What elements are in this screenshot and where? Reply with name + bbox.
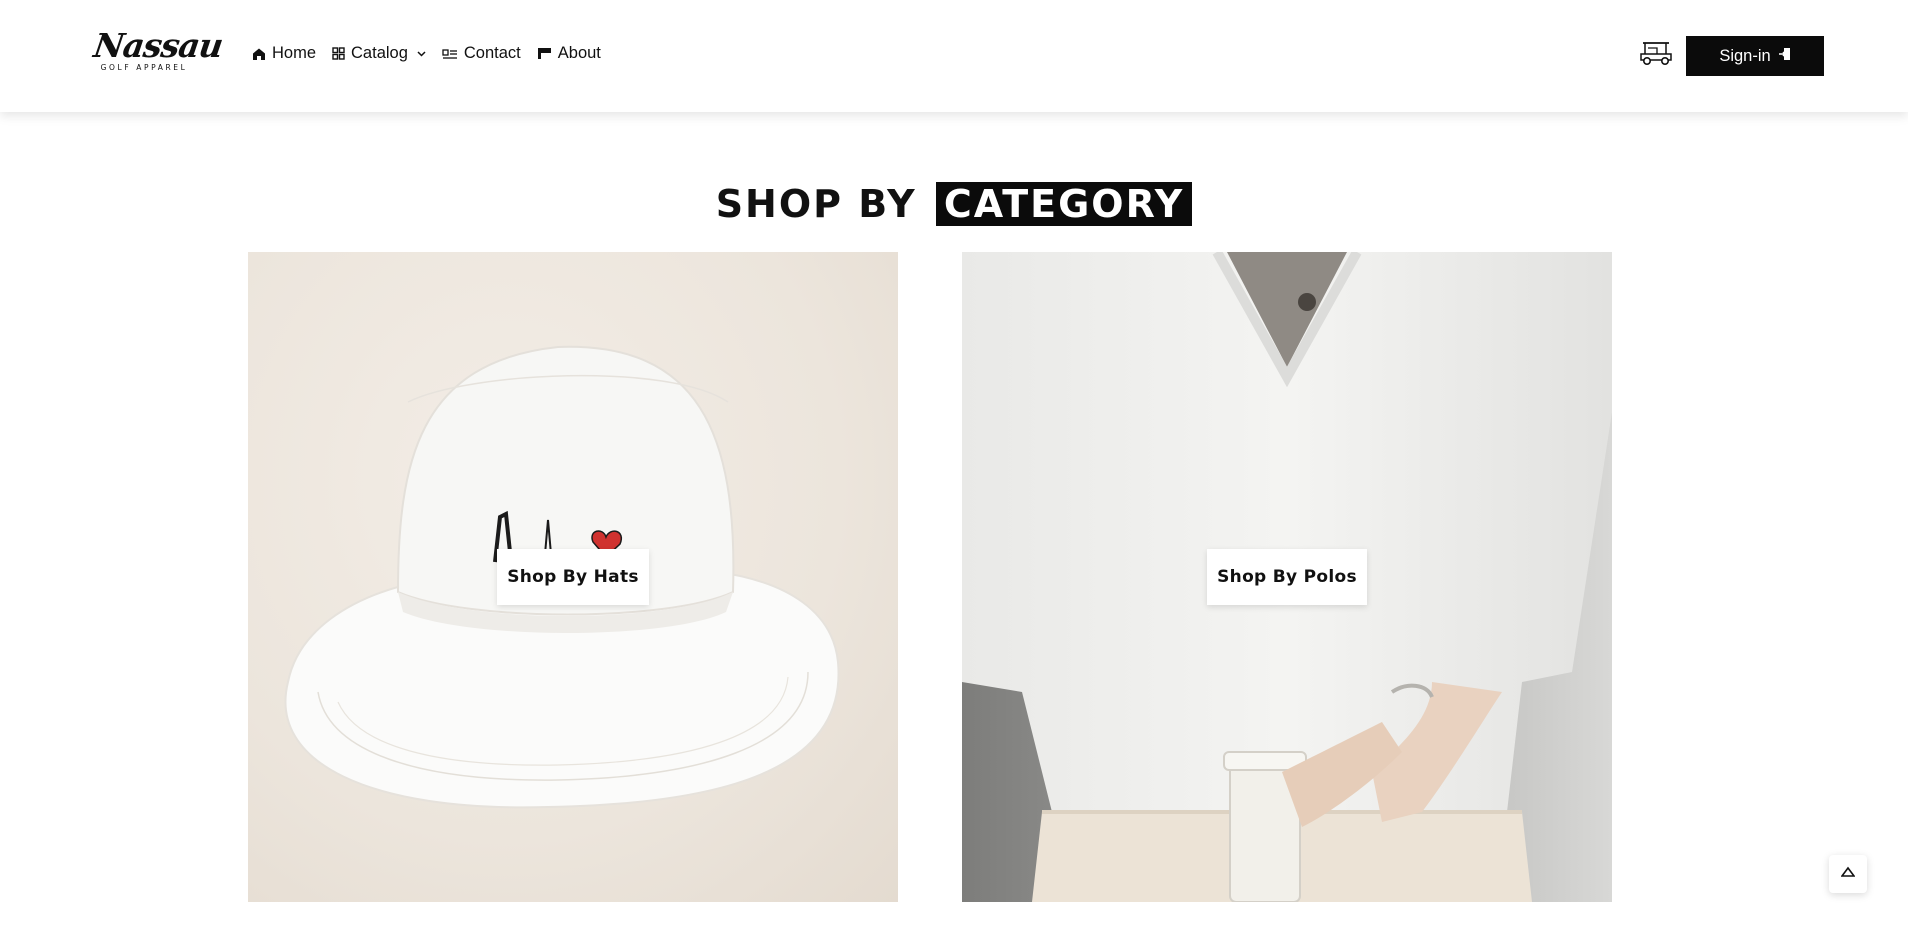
nav-item-catalog[interactable]: Catalog <box>332 44 426 63</box>
chevron-down-icon <box>417 50 426 57</box>
back-to-top-button[interactable] <box>1829 855 1867 893</box>
nav-item-home[interactable]: Home <box>252 44 316 63</box>
section-title: SHOP BY CATEGORY <box>0 179 1908 229</box>
signin-button[interactable]: Sign-in <box>1686 36 1824 76</box>
cart-button[interactable] <box>1639 41 1673 69</box>
brand-logo[interactable]: Nassau GOLF APPAREL <box>91 26 225 78</box>
shop-polos-button[interactable]: Shop By Polos <box>1207 549 1367 605</box>
flag-icon <box>537 47 552 60</box>
golf-cart-icon <box>1639 40 1673 71</box>
home-icon <box>252 47 266 61</box>
nav-item-contact[interactable]: Contact <box>442 44 521 63</box>
category-card-hats[interactable]: Shop By Hats <box>248 252 898 902</box>
contact-card-icon <box>442 48 458 60</box>
nav-label-about: About <box>557 44 601 62</box>
nav-label-contact: Contact <box>463 44 521 62</box>
category-card-polos[interactable]: Shop By Polos <box>962 252 1612 902</box>
section-title-highlight: CATEGORY <box>935 182 1193 227</box>
section-title-plain: SHOP BY <box>715 182 917 227</box>
login-door-icon <box>1778 47 1791 66</box>
chevron-up-icon <box>1840 865 1856 883</box>
logo-script: Nassau <box>91 26 225 65</box>
site-header: Nassau GOLF APPAREL Home Catalog Contact <box>0 0 1908 112</box>
nav-label-home: Home <box>272 44 317 62</box>
main-nav: Home Catalog Contact About <box>252 44 601 63</box>
grid-icon <box>332 47 345 60</box>
signin-label: Sign-in <box>1719 46 1771 65</box>
shop-hats-button[interactable]: Shop By Hats <box>497 549 649 605</box>
nav-item-about[interactable]: About <box>537 44 601 63</box>
nav-label-catalog: Catalog <box>351 44 408 62</box>
